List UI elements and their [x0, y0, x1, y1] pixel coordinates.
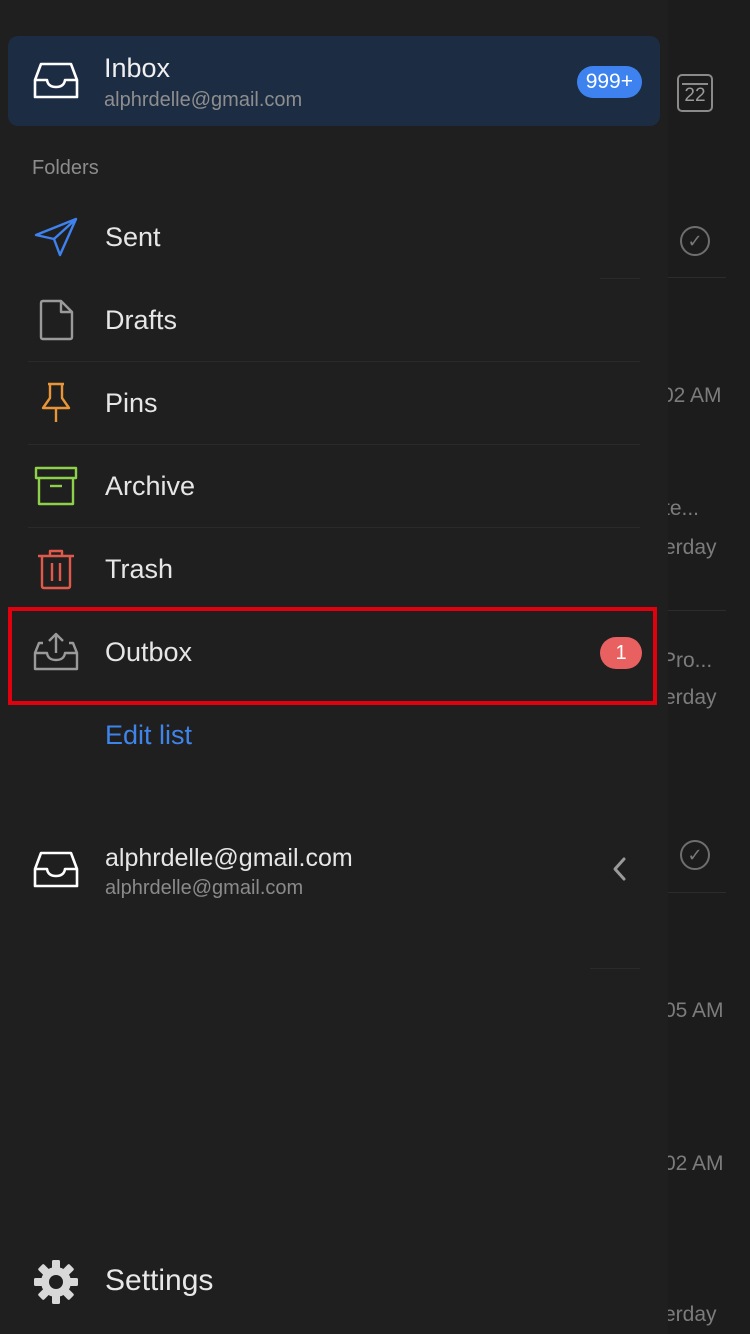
calendar-day: 22 [684, 85, 706, 106]
mail-time: erday [664, 686, 717, 709]
outbox-highlight-box [8, 607, 657, 705]
folder-label: Trash [105, 554, 174, 584]
mail-time: 02 AM [662, 384, 722, 407]
paper-plane-icon [32, 213, 80, 261]
trash-can-icon [32, 545, 80, 593]
mail-time: 02 AM [664, 1152, 724, 1175]
folder-item-pins[interactable]: Pins [0, 362, 668, 445]
calendar-icon[interactable]: 22 [677, 74, 713, 112]
folders-section-label: Folders [32, 157, 99, 179]
inbox-item[interactable]: Inbox alphrdelle@gmail.com 999+ [8, 36, 660, 126]
account-title: alphrdelle@gmail.com [105, 844, 353, 872]
folder-label: Pins [105, 388, 158, 418]
folder-label: Archive [105, 471, 196, 501]
folder-drawer: Inbox alphrdelle@gmail.com 999+ Folders … [0, 0, 668, 1334]
folder-label: Drafts [105, 305, 178, 335]
folder-item-sent[interactable]: Sent [0, 196, 668, 279]
mail-time: 05 AM [664, 999, 724, 1022]
mail-snippet: Pro... [662, 649, 713, 672]
chevron-left-icon[interactable] [606, 852, 634, 886]
check-circle-icon[interactable]: ✓ [680, 840, 710, 870]
settings-label: Settings [105, 1264, 214, 1297]
mail-snippet: te... [664, 497, 700, 520]
document-icon [32, 296, 80, 344]
mail-time: erday [664, 1303, 717, 1326]
inbox-tray-icon [32, 846, 80, 894]
inbox-unread-badge: 999+ [576, 66, 642, 98]
folder-item-archive[interactable]: Archive [0, 445, 668, 528]
folder-item-drafts[interactable]: Drafts [0, 279, 668, 362]
edit-list-link[interactable]: Edit list [105, 720, 192, 751]
pushpin-icon [32, 379, 80, 427]
mail-time: erday [664, 536, 717, 559]
archive-box-icon [32, 462, 80, 510]
screen: 22 ✓ 02 AM te... erday Pro... erday ✓ 05… [0, 0, 750, 1334]
check-circle-icon[interactable]: ✓ [680, 226, 710, 256]
account-subtitle: alphrdelle@gmail.com [105, 877, 304, 899]
folder-label: Sent [105, 222, 161, 252]
settings-item[interactable]: Settings [0, 1250, 668, 1314]
account-item[interactable]: alphrdelle@gmail.com alphrdelle@gmail.co… [0, 830, 668, 910]
inbox-tray-icon [32, 57, 80, 105]
inbox-title: Inbox [104, 53, 171, 83]
folder-item-trash[interactable]: Trash [0, 528, 668, 611]
inbox-account: alphrdelle@gmail.com [104, 89, 303, 111]
gear-icon [32, 1258, 80, 1306]
